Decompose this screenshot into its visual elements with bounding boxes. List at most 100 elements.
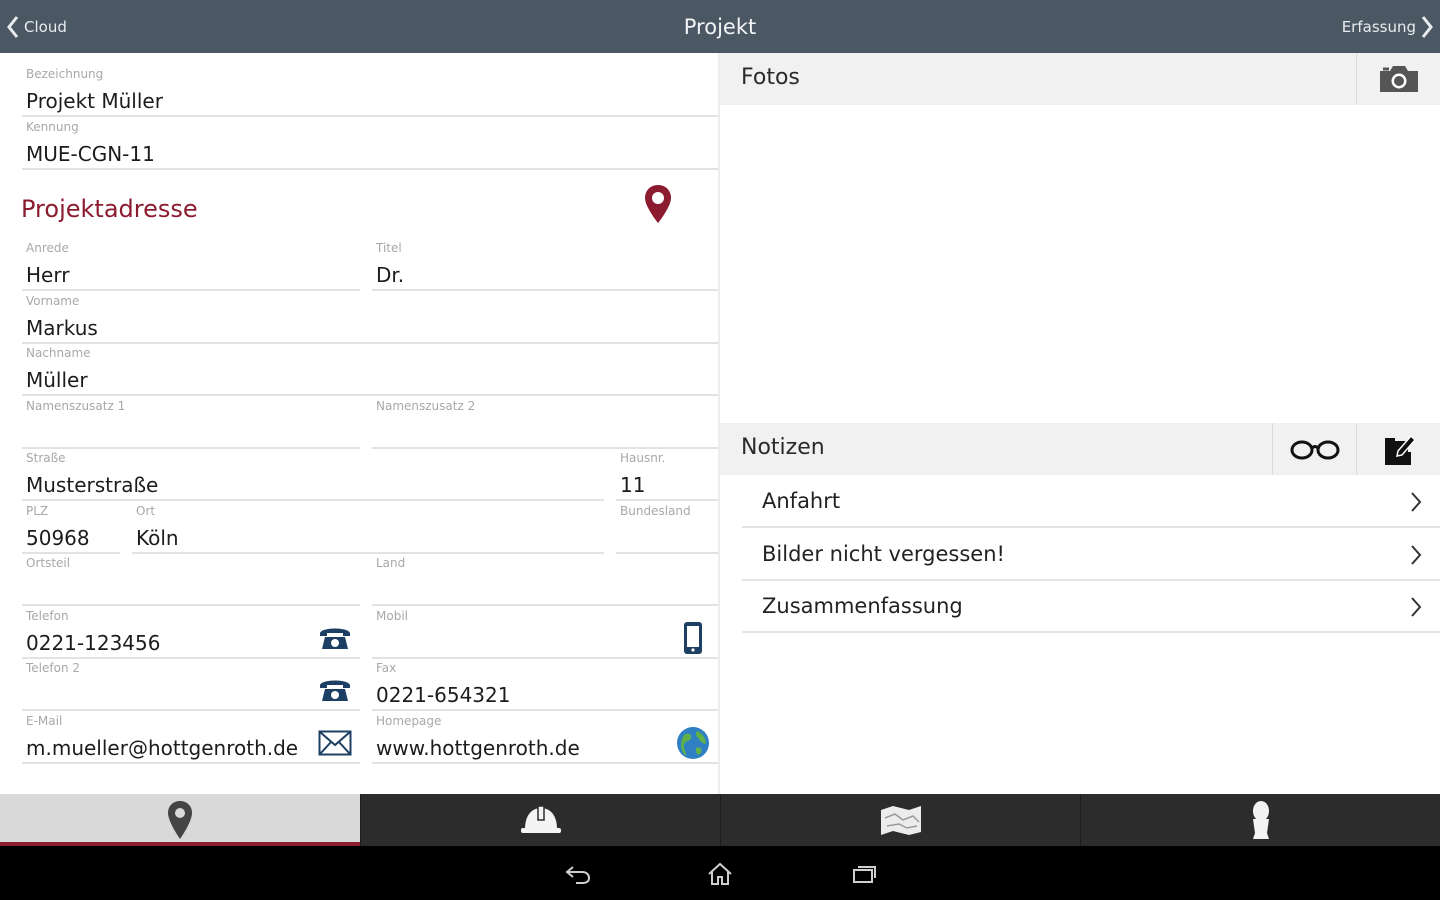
plz-field[interactable]: PLZ 50968 — [22, 504, 120, 554]
telefon2-field[interactable]: Telefon 2 — [22, 661, 360, 711]
glasses-icon — [1290, 440, 1339, 460]
bottom-tab-bar — [0, 794, 1440, 846]
strasse-field[interactable]: Straße Musterstraße — [22, 451, 604, 501]
note-item-bilder[interactable]: Bilder nicht vergessen! — [742, 529, 1440, 581]
note-item-anfahrt[interactable]: Anfahrt — [742, 476, 1440, 528]
page-title: Projekt — [683, 15, 757, 39]
map-pin-icon — [168, 801, 192, 839]
nachname-field[interactable]: Nachname Müller — [22, 346, 718, 396]
nachname-value: Müller — [26, 368, 88, 392]
strasse-label: Straße — [26, 451, 66, 465]
phone-icon[interactable] — [316, 621, 354, 655]
photos-header: Fotos — [720, 53, 1440, 105]
namenszusatz1-field[interactable]: Namenszusatz 1 — [22, 399, 360, 449]
map-icon — [880, 806, 921, 835]
ort-value: Köln — [136, 526, 179, 550]
tab-map[interactable] — [720, 794, 1080, 846]
back-arrow-icon — [565, 866, 591, 884]
note-item-zusammenfassung[interactable]: Zusammenfassung — [742, 581, 1440, 633]
hausnr-label: Hausnr. — [620, 451, 666, 465]
chevron-right-icon — [1411, 492, 1422, 512]
mobile-phone-icon[interactable] — [674, 621, 712, 655]
tab-construction[interactable] — [360, 794, 720, 846]
kennung-value: MUE-CGN-11 — [26, 142, 155, 166]
note-label: Zusammenfassung — [762, 594, 963, 618]
view-notes-button[interactable] — [1272, 423, 1356, 475]
map-pin-icon[interactable] — [640, 183, 676, 227]
namenszusatz2-label: Namenszusatz 2 — [376, 399, 476, 413]
hausnr-field[interactable]: Hausnr. 11 — [616, 451, 718, 501]
email-field[interactable]: E-Mail m.mueller@hottgenroth.de — [22, 714, 360, 764]
telefon-label: Telefon — [26, 609, 69, 623]
bundesland-label: Bundesland — [620, 504, 691, 518]
edit-note-icon — [1384, 434, 1416, 465]
action-bar: Cloud Projekt Erfassung — [0, 0, 1440, 53]
titel-value: Dr. — [376, 263, 405, 287]
ortsteil-label: Ortsteil — [26, 556, 71, 570]
hausnr-value: 11 — [620, 473, 646, 497]
ort-label: Ort — [136, 504, 156, 518]
bezeichnung-field[interactable]: Bezeichnung Projekt Müller — [22, 67, 718, 117]
photos-title: Fotos — [741, 65, 800, 90]
media-pane: Fotos Notizen Anfahrt Bilder nicht verge… — [720, 53, 1440, 794]
globe-icon[interactable] — [674, 726, 712, 760]
chevron-right-icon — [1411, 597, 1422, 617]
land-label: Land — [376, 556, 406, 570]
mobil-field[interactable]: Mobil — [372, 609, 718, 659]
telefon-value: 0221-123456 — [26, 631, 161, 655]
chevron-right-icon — [1421, 15, 1433, 38]
ort-field[interactable]: Ort Köln — [132, 504, 604, 554]
phone-2-icon[interactable] — [316, 673, 354, 707]
bezeichnung-label: Bezeichnung — [26, 67, 104, 81]
system-nav-bar — [0, 846, 1440, 900]
system-back-button[interactable] — [558, 860, 598, 888]
strasse-value: Musterstraße — [26, 473, 159, 497]
titel-label: Titel — [376, 241, 402, 255]
camera-icon — [1379, 66, 1418, 92]
recents-icon — [853, 866, 876, 883]
telefon-field[interactable]: Telefon 0221-123456 — [22, 609, 360, 659]
nachname-label: Nachname — [26, 346, 91, 360]
email-label: E-Mail — [26, 714, 63, 728]
anrede-field[interactable]: Anrede Herr — [22, 241, 360, 291]
fax-label: Fax — [376, 661, 397, 675]
tab-person[interactable] — [1080, 794, 1440, 846]
titel-field[interactable]: Titel Dr. — [372, 241, 718, 291]
projektadresse-heading: Projektadresse — [21, 195, 198, 223]
project-details-pane: Bezeichnung Projekt Müller Kennung MUE-C… — [0, 53, 718, 794]
vorname-field[interactable]: Vorname Markus — [22, 294, 718, 344]
telefon2-label: Telefon 2 — [26, 661, 81, 675]
note-label: Anfahrt — [762, 489, 841, 513]
helmet-icon — [520, 805, 561, 833]
vorname-label: Vorname — [26, 294, 80, 308]
plz-value: 50968 — [26, 526, 90, 550]
ortsteil-field[interactable]: Ortsteil — [22, 556, 360, 606]
bezeichnung-value: Projekt Müller — [26, 89, 163, 113]
notes-header: Notizen — [720, 423, 1440, 475]
tab-address[interactable] — [0, 794, 360, 846]
system-recents-button[interactable] — [844, 860, 884, 888]
vorname-value: Markus — [26, 316, 98, 340]
mail-icon[interactable] — [316, 726, 354, 760]
land-field[interactable]: Land — [372, 556, 718, 606]
homepage-label: Homepage — [376, 714, 442, 728]
homepage-field[interactable]: Homepage www.hottgenroth.de — [372, 714, 718, 764]
camera-button[interactable] — [1356, 53, 1440, 105]
fax-field[interactable]: Fax 0221-654321 — [372, 661, 718, 711]
note-label: Bilder nicht vergessen! — [762, 542, 1005, 566]
home-icon — [708, 862, 732, 885]
edit-notes-button[interactable] — [1356, 423, 1440, 475]
forward-button[interactable]: Erfassung — [1342, 0, 1434, 53]
fax-value: 0221-654321 — [376, 683, 511, 707]
anrede-label: Anrede — [26, 241, 69, 255]
mobil-label: Mobil — [376, 609, 408, 623]
chevron-right-icon — [1411, 545, 1422, 565]
forward-label: Erfassung — [1341, 17, 1416, 36]
bundesland-field[interactable]: Bundesland — [616, 504, 718, 554]
namenszusatz1-label: Namenszusatz 1 — [26, 399, 126, 413]
system-home-button[interactable] — [700, 860, 740, 888]
notes-title: Notizen — [741, 435, 825, 460]
namenszusatz2-field[interactable]: Namenszusatz 2 — [372, 399, 718, 449]
kennung-field[interactable]: Kennung MUE-CGN-11 — [22, 120, 718, 170]
homepage-value: www.hottgenroth.de — [376, 736, 580, 760]
